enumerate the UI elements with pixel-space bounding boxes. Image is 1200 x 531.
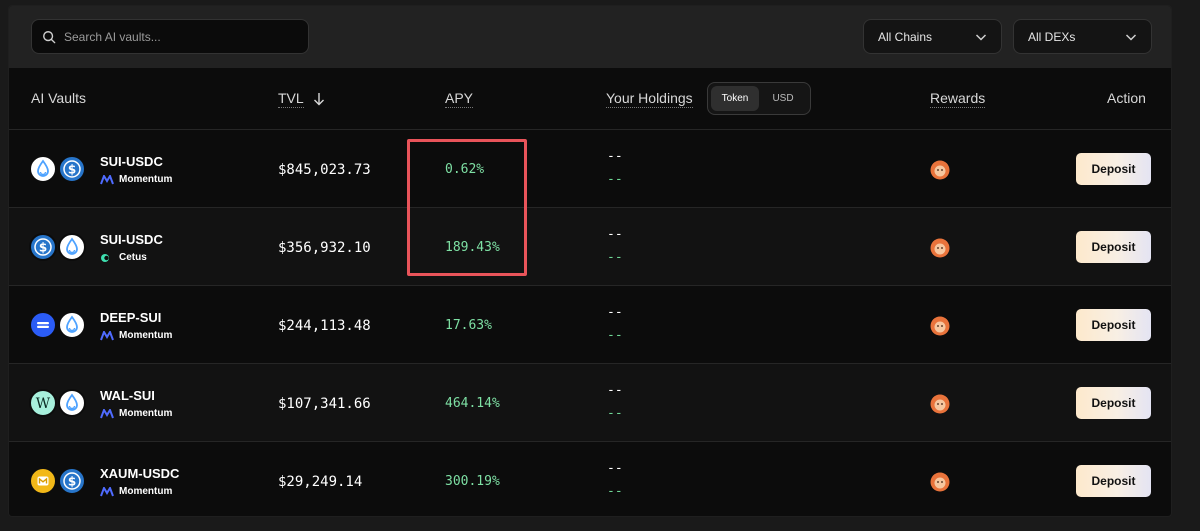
holding-value: -- xyxy=(607,149,623,164)
search-icon xyxy=(43,30,56,43)
tvl-value: $107,341.66 xyxy=(278,396,371,412)
table-row: DEEP-SUI Momentum $244,113.48 17.63% -- … xyxy=(9,286,1171,364)
chevron-down-icon xyxy=(1125,33,1137,41)
column-header-apy[interactable]: APY xyxy=(445,90,474,108)
usdc-icon: $ xyxy=(58,155,86,183)
table-row: $ XAUM-USDC Momentum $29,249.14 300.19% … xyxy=(9,442,1171,516)
dex-label: Momentum xyxy=(100,330,172,341)
svg-text:W: W xyxy=(36,396,51,412)
deep-icon xyxy=(29,311,57,339)
reward-token-icon xyxy=(930,472,950,492)
dex-name: Momentum xyxy=(119,330,173,341)
toggle-token[interactable]: Token xyxy=(711,86,759,111)
tvl-value: $356,932.10 xyxy=(278,240,371,256)
holding-sub-value: -- xyxy=(607,484,623,499)
apy-value: 300.19% xyxy=(445,474,500,489)
reward-token-icon xyxy=(930,316,950,336)
holding-sub-value: -- xyxy=(607,406,623,421)
chain-filter-label: All Chains xyxy=(878,29,933,44)
pair-icons: $ xyxy=(29,155,89,183)
tvl-value: $29,249.14 xyxy=(278,474,363,490)
holding-value: -- xyxy=(607,305,623,320)
dex-filter-label: All DEXs xyxy=(1028,29,1076,44)
dex-name: Momentum xyxy=(119,174,173,185)
dex-name: Momentum xyxy=(119,486,173,497)
dex-label: Momentum xyxy=(100,174,172,185)
pair-icons: W xyxy=(29,389,89,417)
momentum-logo-icon xyxy=(100,330,114,340)
search-input[interactable] xyxy=(64,29,284,44)
dex-name: Momentum xyxy=(119,408,173,419)
deposit-button[interactable]: Deposit xyxy=(1076,309,1151,341)
deposit-button[interactable]: Deposit xyxy=(1076,387,1151,419)
column-header-tvl[interactable]: TVL xyxy=(278,90,304,108)
holding-value: -- xyxy=(607,227,623,242)
holdings-unit-toggle[interactable]: Token USD xyxy=(707,82,811,115)
vaults-panel: All Chains All DEXs AI Vaults TVL APY Yo… xyxy=(8,5,1172,517)
vault-pair-name: XAUM-USDC xyxy=(100,466,180,481)
column-header-action: Action xyxy=(1107,90,1146,106)
cetus-logo-icon xyxy=(101,253,109,262)
chevron-down-icon xyxy=(975,33,987,41)
momentum-logo-icon xyxy=(100,486,114,496)
holding-sub-value: -- xyxy=(607,328,623,343)
deposit-button[interactable]: Deposit xyxy=(1076,231,1151,263)
reward-token-icon xyxy=(930,238,950,258)
vault-pair-name: WAL-SUI xyxy=(100,388,155,403)
vault-pair-name: SUI-USDC xyxy=(100,154,163,169)
deposit-button[interactable]: Deposit xyxy=(1076,153,1151,185)
toggle-usd[interactable]: USD xyxy=(759,86,807,111)
apy-value: 189.43% xyxy=(445,240,500,255)
reward-token-icon xyxy=(930,160,950,180)
vault-pair-name: SUI-USDC xyxy=(100,232,163,247)
svg-text:$: $ xyxy=(68,163,76,177)
dex-name: Cetus xyxy=(119,252,147,263)
dex-label: Momentum xyxy=(100,486,172,497)
vault-pair-name: DEEP-SUI xyxy=(100,310,162,325)
dex-filter-dropdown[interactable]: All DEXs xyxy=(1013,19,1152,54)
tvl-value: $244,113.48 xyxy=(278,318,371,334)
holding-value: -- xyxy=(607,383,623,398)
table-row: W WAL-SUI Momentum $107,341.66 464.14% -… xyxy=(9,364,1171,442)
svg-text:$: $ xyxy=(68,475,76,489)
reward-token-icon xyxy=(930,394,950,414)
pair-icons: $ xyxy=(29,233,89,261)
svg-text:$: $ xyxy=(39,241,47,255)
sui-icon xyxy=(58,311,86,339)
deposit-button[interactable]: Deposit xyxy=(1076,465,1151,497)
holding-sub-value: -- xyxy=(607,172,623,187)
sui-icon xyxy=(58,233,86,261)
apy-value: 464.14% xyxy=(445,396,500,411)
momentum-logo-icon xyxy=(100,408,114,418)
column-header-vaults: AI Vaults xyxy=(31,90,86,106)
momentum-logo-icon xyxy=(100,174,114,184)
search-box[interactable] xyxy=(31,19,309,54)
wal-icon: W xyxy=(29,389,57,417)
filter-toolbar: All Chains All DEXs xyxy=(9,6,1171,68)
pair-icons: $ xyxy=(29,467,89,495)
sui-icon xyxy=(58,389,86,417)
usdc-icon: $ xyxy=(58,467,86,495)
table-row: $ SUI-USDC Momentum $845,023.73 0.62% --… xyxy=(9,130,1171,208)
dex-label: Momentum xyxy=(100,408,172,419)
chain-filter-dropdown[interactable]: All Chains xyxy=(863,19,1002,54)
xaum-icon xyxy=(29,467,57,495)
column-header-holdings: Your Holdings xyxy=(606,90,693,108)
holding-sub-value: -- xyxy=(607,250,623,265)
holding-value: -- xyxy=(607,461,623,476)
column-header-rewards: Rewards xyxy=(930,90,986,108)
apy-value: 0.62% xyxy=(445,162,485,177)
apy-value: 17.63% xyxy=(445,318,492,333)
dex-label: Cetus xyxy=(100,252,147,263)
table-row: $ SUI-USDC Cetus $356,932.10 189.43% -- … xyxy=(9,208,1171,286)
pair-icons xyxy=(29,311,89,339)
tvl-value: $845,023.73 xyxy=(278,162,371,178)
usdc-icon: $ xyxy=(29,233,57,261)
sort-arrow-down-icon[interactable] xyxy=(313,92,325,106)
table-header: AI Vaults TVL APY Your Holdings Token US… xyxy=(9,68,1171,130)
sui-icon xyxy=(29,155,57,183)
